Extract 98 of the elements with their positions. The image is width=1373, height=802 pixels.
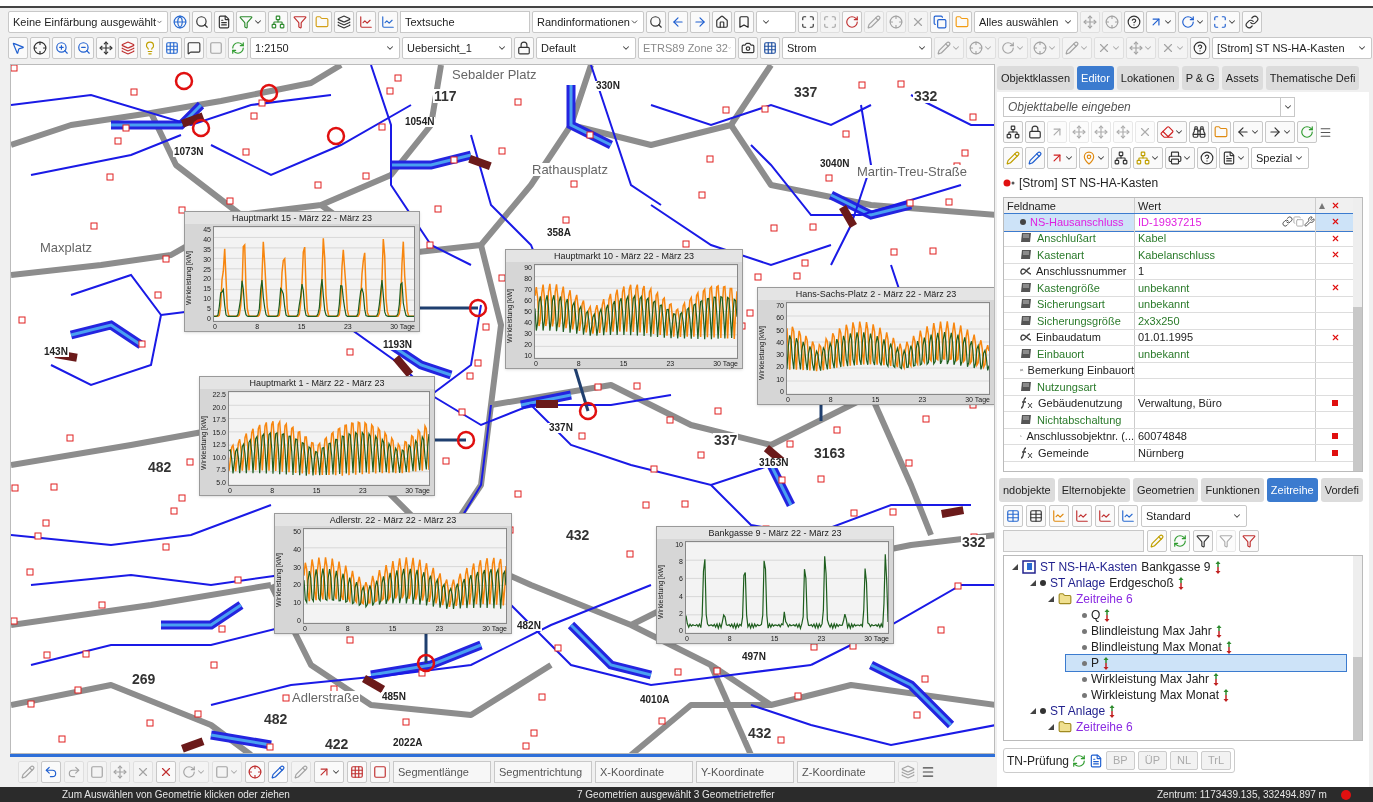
crs-dropdown[interactable]: ETRS89 Zone 32	[638, 37, 736, 59]
node-label: 482N	[516, 621, 542, 631]
attribute-row[interactable]: Einbaudatum 01.01.1995	[1004, 329, 1353, 346]
tree-item[interactable]: ST NS-HA-Kasten Bankgasse 9	[1012, 559, 1225, 575]
node-label: 1073N	[173, 147, 205, 157]
text-search-field[interactable]: Textsuche	[400, 11, 530, 33]
tree-item[interactable]: Wirkleistung Max Monat	[1066, 687, 1234, 703]
attribute-row[interactable]: Anschlussnummer 1	[1004, 263, 1353, 280]
style-dropdown[interactable]: Default	[536, 37, 636, 59]
attribute-row[interactable]: Anschlußart Kabel	[1004, 230, 1353, 247]
node-label: 1054N	[404, 117, 436, 127]
panel-tab[interactable]: Thematische Defi	[1265, 66, 1360, 90]
tree-item[interactable]: Q	[1066, 607, 1115, 623]
attribute-row[interactable]: Einbauort unbekannt	[1004, 346, 1353, 363]
attribute-row[interactable]: Nutzungsart	[1004, 379, 1353, 396]
object-table-field[interactable]: Objekttabelle eingeben	[1003, 97, 1281, 117]
status-hint: Zum Auswählen von Geometrie klicken oder ziehen	[61, 788, 291, 802]
attribute-row[interactable]: Sicherungsart unbekannt	[1004, 296, 1353, 313]
node-label: 2022A	[392, 738, 424, 748]
node-label: 330N	[595, 81, 621, 91]
attribute-row[interactable]: Gebäudenutzung Verwaltung, Büro	[1004, 395, 1353, 412]
block-number-label: 337	[793, 85, 819, 99]
block-number-label: 117	[433, 89, 458, 103]
node-label: 3040N	[819, 159, 851, 169]
tree-item[interactable]: Wirkleistung Max Jahr	[1066, 671, 1224, 687]
tree-item[interactable]: Blindleistung Max Jahr	[1066, 623, 1226, 639]
panel-tab[interactable]: Lokationen	[1116, 66, 1179, 90]
chart-title: Hauptmarkt 15 - März 22 - März 23	[185, 212, 419, 224]
street-name-label: Martin-Treu-Straße	[856, 165, 969, 178]
node-label: 485N	[381, 692, 407, 702]
attribute-row[interactable]: Kastengröße unbekannt	[1004, 280, 1353, 297]
chart-title: Hauptmarkt 10 - März 22 - März 23	[506, 250, 742, 262]
panel-tab[interactable]: Vordefi	[1320, 478, 1363, 502]
node-label: 497N	[741, 652, 767, 662]
panel-tab[interactable]: Geometrien	[1132, 478, 1199, 502]
status-center: Zentrum: 1173439.135, 332494.897 m	[1157, 788, 1327, 802]
special-dropdown[interactable]: Spezial	[1251, 147, 1309, 169]
node-label: 4010A	[639, 695, 671, 705]
network-dropdown[interactable]: Strom	[782, 37, 932, 59]
chart-title: Hauptmarkt 1 - März 22 - März 23	[200, 377, 434, 389]
coordinate-field[interactable]: Segmentrichtung	[494, 761, 592, 783]
attribute-row[interactable]: Gemeinde Nürnberg	[1004, 445, 1353, 462]
node-label: 358A	[546, 228, 572, 238]
panel-tab[interactable]: Zeitreihe	[1266, 478, 1318, 502]
street-name-label: Sebalder Platz	[451, 68, 538, 81]
coloring-dropdown[interactable]: Keine Einfärbung ausgewählt	[8, 11, 168, 33]
attribute-row[interactable]: Nichtabschaltung	[1004, 412, 1353, 429]
attribute-row[interactable]: Anschlussobjektnr. (... 60074848	[1004, 428, 1353, 445]
coordinate-field[interactable]: Z-Koordinate	[797, 761, 895, 783]
tree-item[interactable]: Zeitreihe 6	[1048, 719, 1137, 735]
street-name-label: Maxplatz	[39, 241, 94, 254]
panel-tab[interactable]: P & G	[1181, 66, 1219, 90]
block-number-label: 332	[913, 89, 939, 103]
chart-title: Hans-Sachs-Platz 2 - März 22 - März 23	[758, 288, 994, 300]
tree-item[interactable]: Blindleistung Max Monat	[1066, 639, 1236, 655]
view-dropdown[interactable]: Uebersicht_1	[402, 37, 512, 59]
panel-tab[interactable]: Funktionen	[1201, 478, 1264, 502]
attribute-row[interactable]: Kastenart Kabelanschluss	[1004, 247, 1353, 264]
panel-tab[interactable]: Objektklassen	[997, 66, 1075, 90]
feature-class-label: [Strom] ST NS-HA-Kasten	[1019, 175, 1159, 192]
coordinate-field[interactable]: Y-Koordinate	[696, 761, 794, 783]
panel-tab[interactable]: Elternobjekte	[1057, 478, 1130, 502]
block-number-label: 422	[324, 737, 350, 751]
block-number-label: 482	[263, 712, 289, 726]
tree-item[interactable]: ST Anlage Erdgeschoß	[1030, 575, 1188, 591]
street-name-label: Adlerstraße	[291, 691, 361, 704]
attribute-row[interactable]: Sicherungsgröße 2x3x250	[1004, 313, 1353, 330]
object-class-dropdown[interactable]: [Strom] ST NS-HA-Kasten	[1212, 37, 1372, 59]
node-label: 1193N	[382, 340, 413, 350]
tree-item[interactable]: ST Anlage	[1030, 703, 1120, 719]
node-label: 3163N	[758, 458, 790, 468]
view-mode-dropdown[interactable]: Standard	[1141, 505, 1247, 527]
panel-tab[interactable]: Editor	[1077, 66, 1114, 90]
tree-item[interactable]: Zeitreihe 6	[1048, 591, 1137, 607]
block-number-label: 332	[961, 535, 987, 549]
block-number-label: 432	[565, 528, 591, 542]
margin-info-dropdown[interactable]: Randinformationen	[532, 11, 644, 33]
tree-item[interactable]: P	[1066, 655, 1346, 671]
status-selection: 7 Geometrien ausgewählt 3 Geometrietreffer	[577, 788, 776, 802]
check-label: TN-Prüfung	[1007, 752, 1070, 770]
chart-title: Adlerstr. 22 - März 22 - März 23	[275, 514, 511, 526]
block-number-label: 432	[747, 726, 773, 740]
coordinate-field[interactable]: Segmentlänge	[393, 761, 491, 783]
node-label: 337N	[548, 423, 574, 433]
coordinate-field[interactable]: X-Koordinate	[595, 761, 693, 783]
block-number-label: 269	[131, 672, 157, 686]
block-number-label: 3163	[813, 446, 847, 460]
node-label: 143N	[43, 347, 69, 357]
block-number-label: 337	[713, 433, 739, 447]
selection-dropdown[interactable]: Alles auswählen	[974, 11, 1078, 33]
scale-dropdown[interactable]: 1:2150	[250, 37, 400, 59]
chart-title: Bankgasse 9 - März 22 - März 23	[657, 527, 893, 539]
panel-tab[interactable]: Assets	[1221, 66, 1263, 90]
attribute-row[interactable]: Bemerkung Einbauort	[1004, 362, 1353, 379]
street-name-label: Rathausplatz	[531, 163, 609, 176]
panel-tab[interactable]: ndobjekte	[999, 478, 1055, 502]
block-number-label: 482	[147, 460, 173, 474]
attribute-row[interactable]: NS-Hausanschluss ID-19937215	[1004, 214, 1353, 231]
